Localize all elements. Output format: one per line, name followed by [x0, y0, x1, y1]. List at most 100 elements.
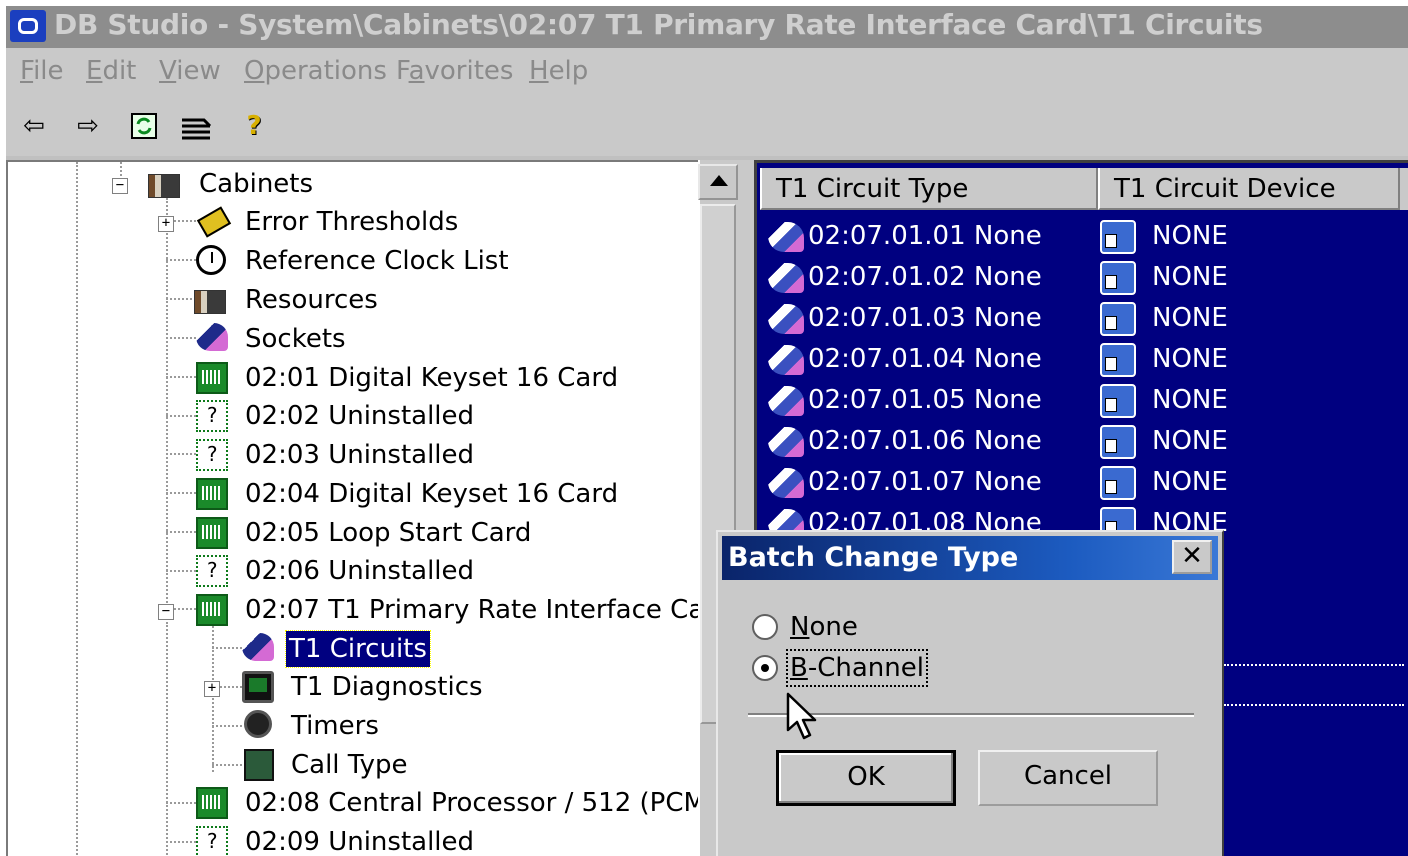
tree-item-card-0204[interactable]: 02:04 Digital Keyset 16 Card: [8, 476, 708, 512]
timer-icon: [244, 710, 272, 738]
ok-button[interactable]: OK: [776, 750, 956, 806]
mouse-pointer-icon: [786, 692, 817, 740]
expand-icon[interactable]: +: [158, 216, 174, 232]
device-icon: [1100, 261, 1136, 295]
app-icon[interactable]: [10, 10, 46, 42]
tree-item-timers[interactable]: Timers: [8, 708, 708, 744]
tree-item-card-0202[interactable]: ? 02:02 Uninstalled: [8, 398, 708, 434]
tree-item-label: 02:02 Uninstalled: [245, 401, 475, 431]
tree-item-label: Timers: [291, 711, 379, 741]
scroll-up-arrow-icon[interactable]: [698, 164, 738, 200]
toolbar: ⇦ ⇨ ?: [6, 98, 1408, 156]
expand-icon[interactable]: +: [204, 681, 220, 697]
tree-item-t1-diagnostics[interactable]: + T1 Diagnostics: [8, 669, 708, 705]
column-header-device[interactable]: T1 Circuit Device: [1098, 168, 1400, 210]
radio-b-channel-label[interactable]: B-Channel: [786, 649, 928, 687]
tree-item-cabinets[interactable]: − Cabinets: [8, 166, 708, 202]
table-row[interactable]: 02:07.01.04 None NONE: [760, 339, 1408, 380]
table-row[interactable]: 02:07.01.07 None NONE: [760, 462, 1408, 503]
help-icon[interactable]: ?: [236, 108, 272, 144]
menu-help[interactable]: Help: [529, 56, 588, 86]
tree-item-label: 02:08 Central Processor / 512 (PCM-F): [245, 788, 740, 818]
tree-item-label: 02:06 Uninstalled: [245, 556, 475, 586]
tree-item-card-0209[interactable]: ? 02:09 Uninstalled: [8, 824, 708, 856]
device-icon: [1100, 384, 1136, 418]
menu-favorites[interactable]: Favorites: [396, 56, 513, 86]
unknown-card-icon: ?: [196, 400, 228, 432]
table-row[interactable]: 02:07.01.03 None NONE: [760, 298, 1408, 339]
circuit-device-cell: NONE: [1152, 344, 1228, 374]
tree-item-reference-clock-list[interactable]: Reference Clock List: [8, 243, 708, 279]
tree-item-label: Cabinets: [199, 169, 314, 199]
menu-view[interactable]: View: [159, 56, 221, 86]
tree-item-label: Sockets: [245, 324, 346, 354]
tree-item-label: Resources: [245, 285, 378, 315]
circuit-device-cell: NONE: [1152, 262, 1228, 292]
focus-rect-bottom: [1224, 704, 1404, 706]
menu-operations[interactable]: Operations: [244, 56, 387, 86]
device-icon: [1100, 466, 1136, 500]
batch-list-icon[interactable]: [178, 108, 214, 144]
circuit-type-cell: 02:07.01.01 None: [808, 221, 1042, 251]
tree-item-t1-circuits[interactable]: T1 Circuits: [8, 630, 708, 668]
circuit-type-cell: 02:07.01.06 None: [808, 426, 1042, 456]
tree-item-call-type[interactable]: Call Type: [8, 747, 708, 783]
table-row[interactable]: 02:07.01.01 None NONE: [760, 216, 1408, 257]
close-icon[interactable]: ✕: [1172, 540, 1212, 574]
circuit-type-cell: 02:07.01.05 None: [808, 385, 1042, 415]
table-row[interactable]: 02:07.01.06 None NONE: [760, 421, 1408, 462]
circuit-icon: [768, 222, 804, 252]
table-row[interactable]: 02:07.01.02 None NONE: [760, 257, 1408, 298]
tree-item-label: 02:03 Uninstalled: [245, 440, 475, 470]
refresh-icon[interactable]: [126, 108, 162, 144]
tree-item-card-0206[interactable]: ? 02:06 Uninstalled: [8, 553, 708, 589]
tree-view[interactable]: − Cabinets + Error Thresholds Reference …: [6, 160, 740, 856]
tree-item-card-0203[interactable]: ? 02:03 Uninstalled: [8, 437, 708, 473]
device-icon: [1100, 343, 1136, 377]
tree-item-label: T1 Circuits: [285, 630, 431, 668]
back-arrow-icon[interactable]: ⇦: [16, 108, 52, 144]
tree-item-sockets[interactable]: Sockets: [8, 321, 708, 357]
tree-item-label: 02:04 Digital Keyset 16 Card: [245, 479, 619, 509]
unknown-card-icon: ?: [196, 826, 228, 856]
circuit-icon: [768, 468, 804, 498]
card-icon: [196, 478, 228, 510]
unknown-card-icon: ?: [196, 555, 228, 587]
tree-item-label: Error Thresholds: [245, 207, 459, 237]
cancel-button[interactable]: Cancel: [978, 750, 1158, 806]
tree-item-error-thresholds[interactable]: + Error Thresholds: [8, 204, 708, 240]
circuit-type-cell: 02:07.01.04 None: [808, 344, 1042, 374]
card-icon: [196, 594, 228, 626]
circuit-type-cell: 02:07.01.07 None: [808, 467, 1042, 497]
collapse-icon[interactable]: −: [158, 604, 174, 620]
list-header: T1 Circuit Type T1 Circuit Device: [760, 168, 1408, 210]
radio-none-label[interactable]: None: [790, 610, 858, 644]
circuit-icon: [768, 263, 804, 293]
menu-file[interactable]: File: [20, 56, 64, 86]
radio-b-channel[interactable]: [752, 655, 778, 681]
tree-item-card-0201[interactable]: 02:01 Digital Keyset 16 Card: [8, 360, 708, 396]
resources-icon: [194, 290, 226, 314]
tree-item-resources[interactable]: Resources: [8, 282, 708, 318]
column-header-type[interactable]: T1 Circuit Type: [760, 168, 1098, 210]
collapse-icon[interactable]: −: [112, 178, 128, 194]
circuit-device-cell: NONE: [1152, 221, 1228, 251]
dialog-title: Batch Change Type: [728, 542, 1019, 573]
cabinet-icon: [148, 174, 180, 198]
focus-rect-top: [1224, 664, 1404, 666]
socket-icon: [242, 633, 274, 661]
table-row[interactable]: 02:07.01.05 None NONE: [760, 380, 1408, 421]
device-icon: [1100, 425, 1136, 459]
monitor-icon: [242, 671, 274, 703]
tree-item-label: 02:09 Uninstalled: [245, 827, 475, 856]
radio-none[interactable]: [752, 614, 778, 640]
circuit-icon: [768, 427, 804, 457]
tree-item-card-0208[interactable]: 02:08 Central Processor / 512 (PCM-F): [8, 785, 740, 821]
tree-item-label: 02:05 Loop Start Card: [245, 518, 532, 548]
menu-edit[interactable]: Edit: [86, 56, 136, 86]
card-icon: [196, 787, 228, 819]
tree-item-card-0207[interactable]: − 02:07 T1 Primary Rate Interface Card: [8, 592, 731, 628]
tree-item-card-0205[interactable]: 02:05 Loop Start Card: [8, 515, 708, 551]
forward-arrow-icon[interactable]: ⇨: [70, 108, 106, 144]
device-icon: [1100, 302, 1136, 336]
